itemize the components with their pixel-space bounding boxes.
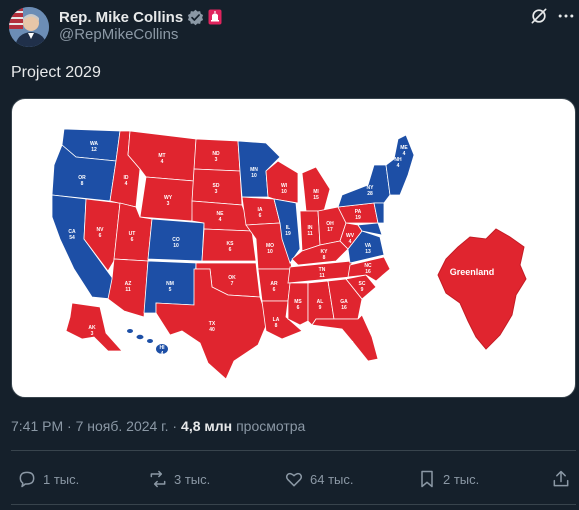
like-button[interactable]: 64 тыс. (284, 466, 353, 492)
state-ev-wi: 10 (281, 189, 287, 195)
state-ev-ia: 6 (259, 213, 262, 219)
heart-icon (285, 472, 303, 487)
state-ny (337, 164, 391, 208)
state-ev-ok: 7 (231, 281, 234, 287)
views-label: просмотра (236, 418, 306, 434)
like-count: 64 тыс. (310, 471, 354, 487)
state-ev-tn: 11 (319, 273, 325, 279)
reply-count: 1 тыс. (43, 471, 80, 487)
author-name-row[interactable]: Rep. Mike Collins (59, 7, 222, 27)
state-ev-wa: 12 (91, 147, 97, 153)
state-ev-mn: 10 (251, 173, 257, 179)
state-ev-oh: 17 (327, 227, 333, 233)
state-ev-la: 8 (275, 323, 278, 329)
electoral-map: WA12OR8CA54NV6ID4MT4WY3UT6AZ11CO10NM5ND3… (51, 128, 527, 380)
state-ev-ny: 28 (367, 191, 373, 197)
state-ev-mt: 4 (161, 159, 164, 165)
state-ev-ak: 3 (91, 331, 94, 337)
state-ev-pa: 19 (355, 215, 361, 221)
state-ev-vt: 3 (387, 159, 390, 165)
state-ev-ca: 54 (69, 235, 75, 241)
state-ev-nm: 5 (169, 287, 172, 293)
state-ev-mi: 15 (313, 195, 319, 201)
state-ev-tx: 40 (209, 327, 215, 333)
reply-icon (19, 471, 35, 488)
state-ev-ks: 6 (229, 247, 232, 253)
post-timestamp[interactable]: 7:41 PM · 7 нояб. 2024 г. · (11, 418, 177, 434)
state-ev-id: 4 (125, 181, 128, 187)
state-ev-ne: 4 (219, 217, 222, 223)
post-text: Project 2029 (11, 64, 101, 81)
views-count: 4,8 млн (181, 418, 233, 434)
verified-badge-icon (188, 9, 204, 25)
avatar[interactable] (9, 7, 49, 47)
state-ev-ut: 6 (131, 237, 134, 243)
bookmark-count: 2 тыс. (443, 471, 480, 487)
share-icon (553, 470, 569, 487)
state-new-england (385, 134, 415, 196)
more-options-icon[interactable] (556, 6, 576, 26)
state-ev-az: 11 (125, 287, 131, 293)
greenland (437, 228, 527, 350)
post-media-image[interactable]: WA 12 OR 8 CA 54 NV 6 ID 4 MT 4 WY 3 UT 6 AZ 11 CO 10 NM 5 ND 3… (11, 98, 576, 398)
action-bar: 1 тыс. 3 тыс. 64 тыс. 2 тыс. (11, 466, 576, 492)
bookmark-button[interactable]: 2 тыс. (417, 466, 479, 492)
repost-count: 3 тыс. (174, 471, 211, 487)
state-ev-al: 9 (319, 305, 322, 311)
state-ev-il: 19 (285, 231, 291, 237)
state-ev-wv: 4 (349, 239, 352, 245)
grok-icon[interactable] (529, 6, 549, 26)
state-ev-hi: 4 (161, 351, 164, 357)
repost-button[interactable]: 3 тыс. (148, 466, 210, 492)
state-ev-mo: 10 (267, 249, 273, 255)
state-ev-co: 10 (173, 243, 179, 249)
author-name[interactable]: Rep. Mike Collins (59, 9, 183, 26)
author-handle[interactable]: @RepMikeCollins (59, 26, 178, 43)
state-ev-me: 4 (403, 151, 406, 157)
state-ev-ms: 6 (297, 305, 300, 311)
state-ev-sd: 3 (215, 189, 218, 195)
repost-icon (150, 470, 166, 488)
state-fl (311, 314, 379, 362)
state-ev-ga: 16 (341, 305, 347, 311)
state-ev-in: 11 (307, 231, 313, 237)
congress-badge-icon (208, 9, 222, 25)
share-button[interactable] (551, 466, 571, 492)
state-wi (265, 160, 299, 204)
state-ev-nc: 16 (365, 269, 371, 275)
reply-button[interactable]: 1 тыс. (17, 466, 79, 492)
state-ev-ky: 8 (323, 255, 326, 261)
state-ev-va: 13 (365, 249, 371, 255)
state-ev-or: 8 (81, 181, 84, 187)
state-ev-fl: 30 (349, 347, 355, 353)
state-ev-sc: 9 (361, 287, 364, 293)
state-ev-nh: 4 (397, 163, 400, 169)
state-ev-nd: 3 (215, 157, 218, 163)
greenland-label: Greenland (450, 267, 495, 277)
divider-bottom (11, 504, 576, 505)
bookmark-icon (421, 470, 433, 488)
state-ev-wy: 3 (167, 201, 170, 207)
divider-top (11, 450, 576, 451)
state-ev-nv: 6 (99, 233, 102, 239)
state-ev-ar: 6 (273, 287, 276, 293)
post-meta: 7:41 PM · 7 нояб. 2024 г. · 4,8 млн прос… (11, 418, 305, 434)
avatar-image (9, 7, 49, 47)
